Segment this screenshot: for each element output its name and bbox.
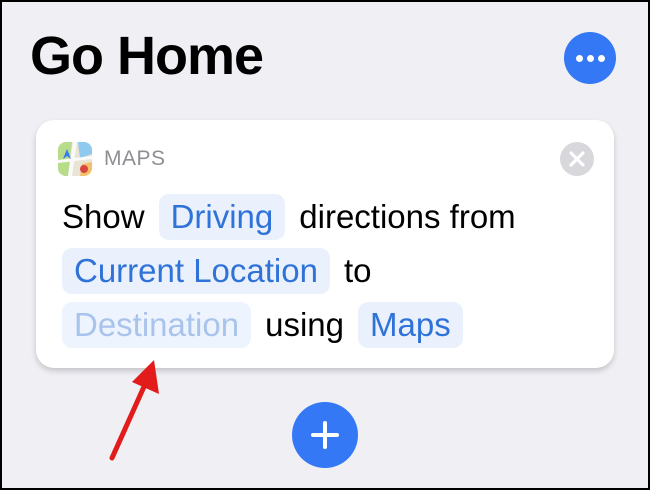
screen: Go Home MAPS Show Driving directions fro… xyxy=(2,2,648,488)
action-line-1: Show Driving directions from xyxy=(62,194,530,240)
more-options-button[interactable] xyxy=(564,32,616,84)
static-word: using xyxy=(265,306,344,343)
close-x-icon xyxy=(569,151,585,167)
action-line-3: Destination using Maps xyxy=(62,302,477,348)
transport-mode-token[interactable]: Driving xyxy=(158,194,286,240)
ellipsis-dot xyxy=(586,54,594,62)
destination-placeholder-token[interactable]: Destination xyxy=(62,302,252,348)
action-line-2: Current Location to xyxy=(62,248,386,294)
maps-app-token[interactable]: Maps xyxy=(358,302,463,348)
shortcut-title: Go Home xyxy=(30,26,264,86)
static-word: to xyxy=(343,252,372,289)
static-word: Show xyxy=(62,198,145,235)
app-name-label: MAPS xyxy=(104,147,166,170)
static-word: directions from xyxy=(299,198,516,235)
maps-app-icon xyxy=(58,142,92,176)
action-card: MAPS Show Driving directions from Curren… xyxy=(36,120,614,368)
ellipsis-dot xyxy=(597,54,605,62)
origin-token[interactable]: Current Location xyxy=(62,248,330,294)
remove-action-button[interactable] xyxy=(560,142,594,176)
add-action-button[interactable] xyxy=(292,402,358,468)
plus-icon xyxy=(311,421,339,449)
ellipsis-icon xyxy=(575,54,583,62)
